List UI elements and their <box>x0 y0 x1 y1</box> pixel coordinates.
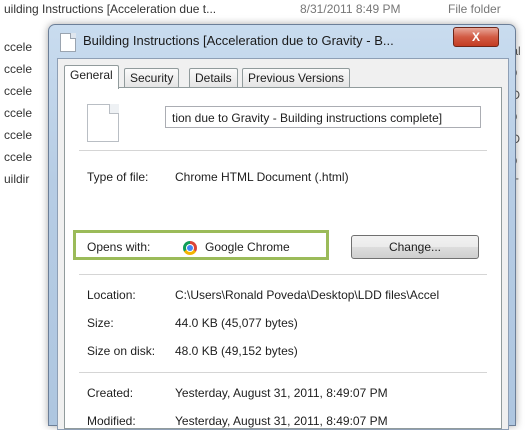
document-icon <box>60 33 76 52</box>
divider <box>79 372 487 373</box>
file-row[interactable]: uilding Instructions [Acceleration due t… <box>0 2 528 22</box>
document-icon <box>87 104 119 142</box>
opens-with-value: Google Chrome <box>205 240 290 254</box>
size-value: 44.0 KB (45,077 bytes) <box>175 316 298 330</box>
size-label: Size: <box>87 316 114 330</box>
tab-details[interactable]: Details <box>189 68 238 88</box>
tab-general[interactable]: General <box>64 65 119 89</box>
file-date: 8/31/2011 8:49 PM <box>300 2 401 16</box>
file-name: ccele <box>4 150 33 164</box>
created-label: Created: <box>87 386 134 400</box>
file-name: uilding Instructions [Acceleration due t… <box>4 2 217 16</box>
modified-label: Modified: <box>87 414 136 428</box>
opens-with-label: Opens with: <box>87 240 151 254</box>
divider <box>79 150 487 151</box>
close-button[interactable]: X <box>453 27 499 47</box>
size-on-disk-value: 48.0 KB (49,152 bytes) <box>175 344 298 358</box>
dialog-panel: General Security Details Previous Versio… <box>57 58 509 430</box>
chrome-icon <box>183 241 197 255</box>
tab-security[interactable]: Security <box>124 68 180 88</box>
type-of-file-value: Chrome HTML Document (.html) <box>175 170 349 184</box>
modified-value: Yesterday, August 31, 2011, 8:49:07 PM <box>175 414 388 428</box>
change-button[interactable]: Change... <box>351 235 479 259</box>
type-of-file-label: Type of file: <box>87 170 149 184</box>
created-value: Yesterday, August 31, 2011, 8:49:07 PM <box>175 386 388 400</box>
file-name: ccele <box>4 128 33 142</box>
file-name: uildir <box>4 172 30 186</box>
size-on-disk-label: Size on disk: <box>87 344 156 358</box>
file-name: ccele <box>4 62 33 76</box>
dialog-title: Building Instructions [Acceleration due … <box>83 33 394 48</box>
properties-dialog: Building Instructions [Acceleration due … <box>48 24 516 430</box>
tab-previous-versions[interactable]: Previous Versions <box>242 68 351 88</box>
general-tab-page: tion due to Gravity - Building instructi… <box>64 87 502 429</box>
file-name: ccele <box>4 40 33 54</box>
location-value: C:\Users\Ronald Poveda\Desktop\LDD files… <box>175 288 440 302</box>
file-name: ccele <box>4 84 33 98</box>
divider <box>79 274 487 275</box>
file-name-input[interactable]: tion due to Gravity - Building instructi… <box>165 106 481 128</box>
location-label: Location: <box>87 288 136 302</box>
file-type: File folder <box>448 2 501 16</box>
title-bar[interactable]: Building Instructions [Acceleration due … <box>49 25 515 57</box>
file-name: ccele <box>4 106 33 120</box>
